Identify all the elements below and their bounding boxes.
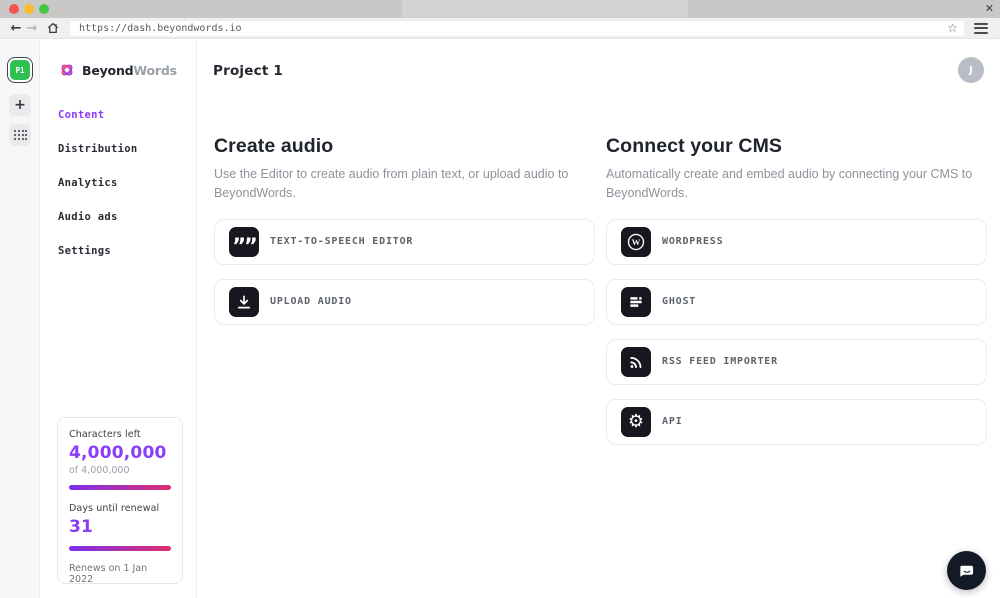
renewal-label: Days until renewal (69, 503, 171, 514)
characters-left-value: 4,000,000 (69, 443, 171, 463)
sidebar-nav: Content Distribution Analytics Audio ads… (41, 79, 196, 257)
project-badge[interactable]: P1 (10, 60, 30, 80)
browser-window: ✕ ← → https://dash.beyondwords.io ☆ P1 + (0, 0, 1000, 598)
sidebar-item-analytics[interactable]: Analytics (58, 177, 196, 189)
gear-icon: ⚙ (621, 407, 651, 437)
create-audio-title: Create audio (214, 135, 595, 158)
brand-name: BeyondWords (82, 63, 177, 78)
avatar[interactable]: J (958, 57, 984, 83)
quote-icon: ”” (229, 227, 259, 257)
traffic-light-minimize[interactable] (24, 4, 34, 14)
project-rail: P1 + (0, 40, 40, 598)
connect-cms-section: Connect your CMS Automatically create an… (606, 135, 987, 459)
browser-toolbar: ← → https://dash.beyondwords.io ☆ (0, 18, 1000, 39)
apps-grid-icon[interactable] (9, 124, 31, 146)
wordpress-icon: W (621, 227, 651, 257)
close-tab-icon[interactable]: ✕ (985, 1, 994, 17)
create-audio-section: Create audio Use the Editor to create au… (214, 135, 595, 339)
forward-icon[interactable]: → (24, 22, 40, 35)
rss-feed-importer-card[interactable]: RSS FEED IMPORTER (606, 339, 987, 385)
connect-cms-subtitle: Automatically create and embed audio by … (606, 165, 978, 203)
text-to-speech-editor-card[interactable]: ”” TEXT-TO-SPEECH EDITOR (214, 219, 595, 265)
sidebar-item-audio-ads[interactable]: Audio ads (58, 211, 196, 223)
renewal-note: Renews on 1 Jan 2022 (69, 563, 171, 585)
characters-left-label: Characters left (69, 429, 171, 440)
traffic-light-maximize[interactable] (39, 4, 49, 14)
back-icon[interactable]: ← (8, 22, 24, 35)
traffic-lights (0, 4, 49, 14)
beyondwords-logo-icon (58, 61, 76, 79)
api-card[interactable]: ⚙ API (606, 399, 987, 445)
beyondwords-app: P1 + (0, 40, 1000, 598)
add-project-button[interactable]: + (9, 94, 31, 116)
sidebar-item-content[interactable]: Content (58, 109, 196, 121)
upload-audio-card[interactable]: UPLOAD AUDIO (214, 279, 595, 325)
svg-text:W: W (632, 236, 641, 246)
traffic-light-close[interactable] (9, 4, 19, 14)
sidebar: BeyondWords Content Distribution Analyti… (41, 40, 197, 598)
upload-icon (229, 287, 259, 317)
renewal-progress-bar (69, 546, 171, 551)
renewal-value: 31 (69, 517, 171, 537)
browser-tab[interactable] (402, 0, 688, 18)
rss-icon (621, 347, 651, 377)
sidebar-item-settings[interactable]: Settings (58, 245, 196, 257)
ghost-card[interactable]: GHOST (606, 279, 987, 325)
chat-launcher-button[interactable] (947, 551, 986, 590)
chat-bubble-icon (956, 560, 978, 582)
url-text[interactable]: https://dash.beyondwords.io (79, 23, 947, 34)
brand-logo[interactable]: BeyondWords (41, 40, 196, 79)
main-content: Project 1 J Create audio Use the Editor … (197, 40, 1000, 598)
ghost-icon (621, 287, 651, 317)
characters-total: of 4,000,000 (69, 465, 171, 476)
menu-icon[interactable] (974, 23, 988, 34)
url-bar[interactable]: https://dash.beyondwords.io ☆ (70, 21, 964, 36)
usage-card: Characters left 4,000,000 of 4,000,000 D… (57, 417, 183, 584)
window-titlebar: ✕ (0, 0, 1000, 18)
create-audio-subtitle: Use the Editor to create audio from plai… (214, 165, 586, 203)
project-switcher-active[interactable]: P1 (7, 57, 33, 83)
characters-progress-bar (69, 485, 171, 490)
wordpress-card[interactable]: W WORDPRESS (606, 219, 987, 265)
connect-cms-title: Connect your CMS (606, 135, 987, 158)
sidebar-item-distribution[interactable]: Distribution (58, 143, 196, 155)
page-title: Project 1 (213, 63, 283, 79)
home-icon[interactable] (46, 21, 60, 35)
bookmark-star-icon[interactable]: ☆ (947, 22, 958, 34)
